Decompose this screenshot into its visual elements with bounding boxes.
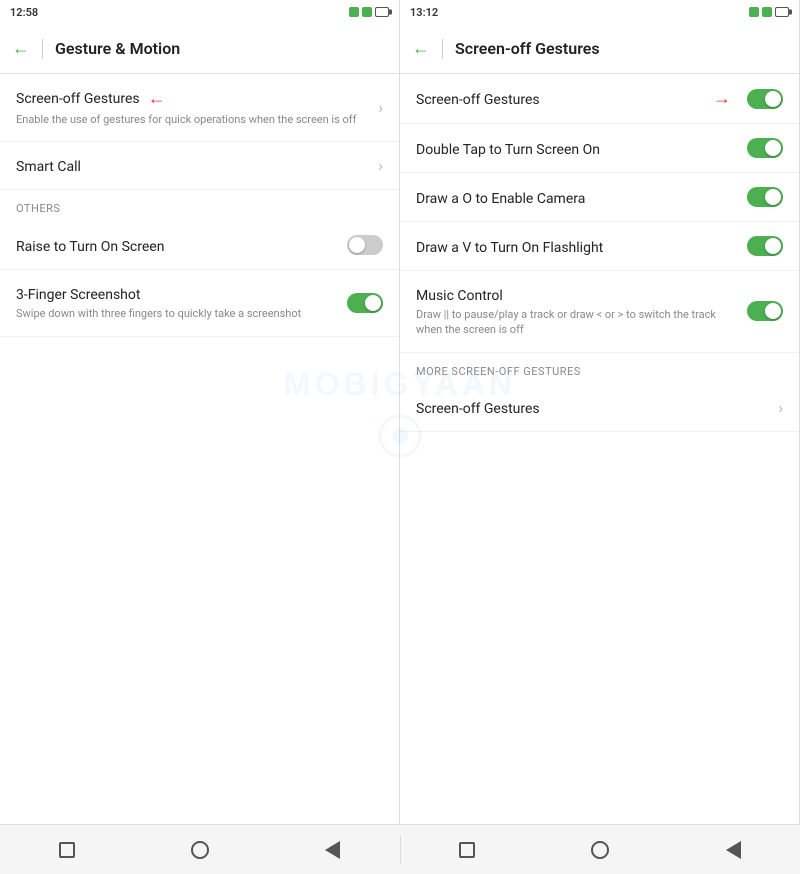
right-triangle-icon [726, 841, 741, 859]
left-section-others: OTHERS [0, 190, 399, 221]
left-item-title-1: Screen-off Gestures [16, 91, 140, 107]
left-item-text-2: Smart Call [16, 156, 370, 175]
right-screen-off-text: Screen-off Gestures [416, 89, 713, 108]
right-battery-icon [775, 7, 789, 17]
left-smart-call-item[interactable]: Smart Call › [0, 142, 399, 190]
right-app-bar: ← Screen-off Gestures [400, 24, 799, 74]
right-music-text: Music Control Draw || to pause/play a tr… [416, 285, 739, 338]
left-nav-square[interactable] [52, 835, 82, 865]
right-section-more: MORE SCREEN-OFF GESTURES [400, 353, 799, 384]
right-green-box-icon [762, 7, 772, 17]
right-camera-toggle[interactable] [747, 187, 783, 207]
right-camera-item[interactable]: Draw a O to Enable Camera [400, 173, 799, 222]
right-notification-icon [749, 7, 759, 17]
triangle-icon [325, 841, 340, 859]
right-music-item[interactable]: Music Control Draw || to pause/play a tr… [400, 271, 799, 353]
battery-icon [375, 7, 389, 17]
right-flashlight-knob [765, 238, 781, 254]
right-appbar-divider [442, 39, 443, 59]
right-nav-back[interactable] [718, 835, 748, 865]
left-raise-item[interactable]: Raise to Turn On Screen [0, 221, 399, 270]
left-raise-title: Raise to Turn On Screen [16, 239, 164, 255]
square-icon [59, 842, 75, 858]
left-app-bar: ← Gesture & Motion [0, 24, 399, 74]
circle-icon [191, 841, 209, 859]
left-raise-toggle-knob [349, 237, 365, 253]
left-screen-title: Gesture & Motion [55, 39, 180, 58]
left-nav-back[interactable] [318, 835, 348, 865]
left-item-title-2: Smart Call [16, 159, 81, 175]
right-music-knob [765, 303, 781, 319]
right-screen-off-knob [765, 91, 781, 107]
right-screen-off-toggle[interactable] [747, 89, 783, 109]
left-screenshot-text: 3-Finger Screenshot Swipe down with thre… [16, 284, 339, 321]
right-double-tap-toggle[interactable] [747, 138, 783, 158]
right-music-toggle[interactable] [747, 301, 783, 321]
right-screen-title: Screen-off Gestures [455, 39, 600, 58]
left-nav-circle[interactable] [185, 835, 215, 865]
right-circle-icon [591, 841, 609, 859]
left-status-icons [349, 7, 389, 17]
left-appbar-divider [42, 39, 43, 59]
green-box-icon [362, 7, 372, 17]
bottom-nav-bar [0, 824, 800, 874]
left-chevron-2: › [378, 156, 383, 175]
left-screenshot-title: 3-Finger Screenshot [16, 287, 140, 303]
left-item-text-1: Screen-off Gestures ← Enable the use of … [16, 88, 370, 127]
right-screen-off-item[interactable]: Screen-off Gestures → [400, 74, 799, 124]
left-time: 12:58 [10, 6, 38, 19]
left-settings-content: Screen-off Gestures ← Enable the use of … [0, 74, 399, 824]
right-nav-square[interactable] [452, 835, 482, 865]
right-flashlight-title: Draw a V to Turn On Flashlight [416, 240, 603, 256]
left-raise-text: Raise to Turn On Screen [16, 236, 339, 255]
right-back-button[interactable]: ← [412, 38, 430, 59]
right-camera-text: Draw a O to Enable Camera [416, 188, 739, 207]
left-screenshot-subtitle: Swipe down with three fingers to quickly… [16, 306, 339, 321]
left-screen-off-gestures-item[interactable]: Screen-off Gestures ← Enable the use of … [0, 74, 399, 142]
right-double-tap-item[interactable]: Double Tap to Turn Screen On [400, 124, 799, 173]
left-chevron-1: › [378, 98, 383, 117]
right-flashlight-item[interactable]: Draw a V to Turn On Flashlight [400, 222, 799, 271]
right-time: 13:12 [410, 6, 438, 19]
left-raise-toggle[interactable] [347, 235, 383, 255]
right-red-arrow: → [713, 88, 731, 109]
left-red-arrow: ← [148, 88, 166, 109]
left-screen: 12:58 ← Gesture & Motion Screen-off Gest… [0, 0, 400, 824]
right-music-subtitle: Draw || to pause/play a track or draw < … [416, 307, 739, 338]
right-chevron-1: › [778, 398, 783, 417]
right-flashlight-toggle[interactable] [747, 236, 783, 256]
right-settings-content: Screen-off Gestures → Double Tap to Turn… [400, 74, 799, 824]
left-nav-section [0, 835, 400, 865]
right-music-title: Music Control [416, 288, 503, 304]
right-screen-off-title: Screen-off Gestures [416, 92, 540, 108]
left-back-button[interactable]: ← [12, 38, 30, 59]
right-more-gestures-title: Screen-off Gestures [416, 401, 540, 417]
left-screenshot-item[interactable]: 3-Finger Screenshot Swipe down with thre… [0, 270, 399, 336]
right-screen: 13:12 ← Screen-off Gestures Screen-off G… [400, 0, 800, 824]
right-status-bar: 13:12 [400, 0, 799, 24]
right-double-tap-knob [765, 140, 781, 156]
right-nav-circle[interactable] [585, 835, 615, 865]
right-camera-knob [765, 189, 781, 205]
right-flashlight-text: Draw a V to Turn On Flashlight [416, 237, 739, 256]
left-item-title-row: Screen-off Gestures ← [16, 88, 370, 109]
right-square-icon [459, 842, 475, 858]
left-screenshot-toggle[interactable] [347, 293, 383, 313]
right-nav-section [401, 835, 800, 865]
left-item-subtitle-1: Enable the use of gestures for quick ope… [16, 112, 370, 127]
notification-icon [349, 7, 359, 17]
right-more-gestures-text: Screen-off Gestures [416, 398, 770, 417]
right-status-icons [749, 7, 789, 17]
right-double-tap-text: Double Tap to Turn Screen On [416, 139, 739, 158]
left-screenshot-toggle-knob [365, 295, 381, 311]
right-double-tap-title: Double Tap to Turn Screen On [416, 142, 600, 158]
right-camera-title: Draw a O to Enable Camera [416, 191, 585, 207]
right-more-gestures-item[interactable]: Screen-off Gestures › [400, 384, 799, 432]
left-status-bar: 12:58 [0, 0, 399, 24]
